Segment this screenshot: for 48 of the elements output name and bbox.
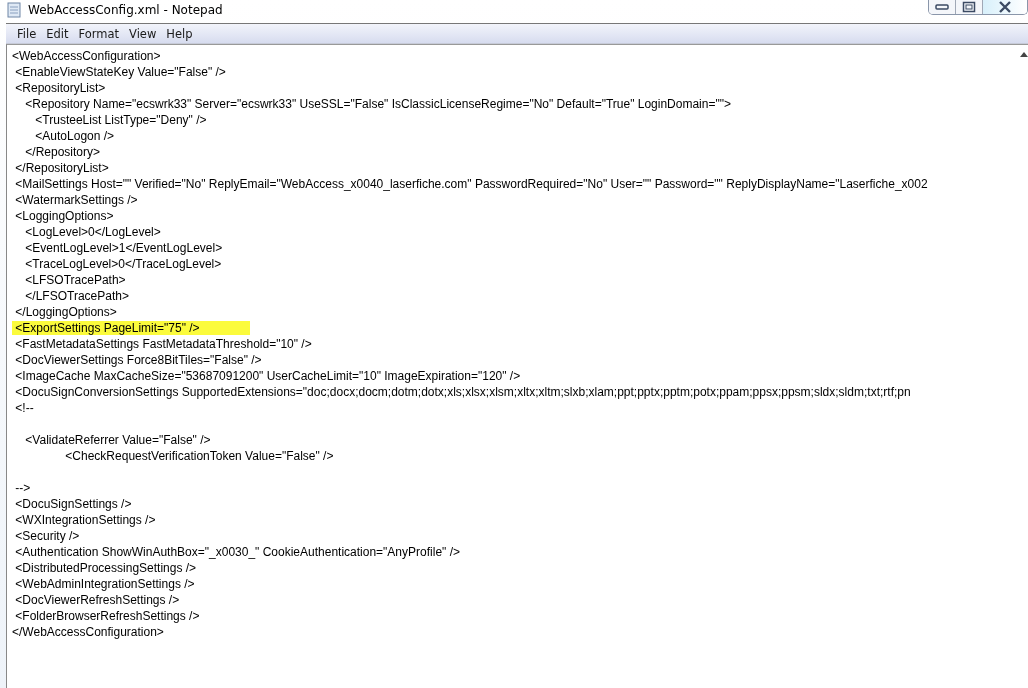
code-line: <TraceLogLevel>0</TraceLogLevel> <box>24 257 222 271</box>
close-button[interactable] <box>983 0 1027 14</box>
code-line: </LFSOTracePath> <box>24 289 129 303</box>
code-line: </Repository> <box>24 145 101 159</box>
code-line: </LoggingOptions> <box>14 305 117 319</box>
minimize-button[interactable] <box>929 0 956 14</box>
minimize-icon <box>935 3 949 11</box>
code-line: <Authentication ShowWinAuthBox="_x0030_" CookieAuthentication="AnyProfile" /> <box>14 545 460 559</box>
restore-button[interactable] <box>956 0 983 14</box>
code-line: <LFSOTracePath> <box>24 273 126 287</box>
code-line: <CheckRequestVerificationToken Value="False" /> <box>64 449 334 463</box>
code-line: <WXIntegrationSettings /> <box>14 513 156 527</box>
scroll-up-icon[interactable] <box>1020 51 1028 57</box>
code-line: <DocViewerSettings Force8BitTiles="False" /> <box>14 353 262 367</box>
code-line: <Repository Name="ecswrk33" Server="ecswrk33" UseSSL="False" IsClassicLicenseRegime="No" Default="True" LoginDomain=""> <box>24 97 731 111</box>
code-line: <ValidateReferrer Value="False" /> <box>24 433 211 447</box>
code-line: --> <box>14 481 31 495</box>
menu-item[interactable]: Format <box>73 26 125 41</box>
menu-item[interactable]: Edit <box>41 26 74 41</box>
code-line: <TrusteeList ListType="Deny" /> <box>34 113 207 127</box>
code-line: <DistributedProcessingSettings /> <box>14 561 197 575</box>
notepad-icon <box>6 2 22 18</box>
code-line: <Security /> <box>14 529 80 543</box>
window-title: WebAccessConfig.xml - Notepad <box>28 3 223 17</box>
code-line: <DocuSignSettings /> <box>14 497 132 511</box>
code-line: <ImageCache MaxCacheSize="53687091200" UserCacheLimit="10" ImageExpiration="120" /> <box>14 369 521 383</box>
restore-icon <box>962 1 976 13</box>
close-icon <box>998 1 1012 13</box>
code-line: <EnableViewStateKey Value="False" /> <box>14 65 226 79</box>
code-line: <RepositoryList> <box>14 81 106 95</box>
code-line: </WebAccessConfiguration> <box>12 625 164 639</box>
code-line: <!-- <box>14 401 34 415</box>
code-line: <WebAccessConfiguration> <box>12 49 161 63</box>
code-line: <LoggingOptions> <box>14 209 114 223</box>
code-line: </RepositoryList> <box>14 161 109 175</box>
code-line: <AutoLogon /> <box>34 129 115 143</box>
code-line: <FastMetadataSettings FastMetadataThreshold="10" /> <box>14 337 312 351</box>
code-line: <LogLevel>0</LogLevel> <box>24 225 161 239</box>
code-line: <WebAdminIntegrationSettings /> <box>14 577 195 591</box>
code-line: <EventLogLevel>1</EventLogLevel> <box>24 241 223 255</box>
code-line: <FolderBrowserRefreshSettings /> <box>14 609 200 623</box>
menu-item[interactable]: View <box>124 26 162 41</box>
code-line: <WatermarkSettings /> <box>14 193 138 207</box>
code-line: <DocViewerRefreshSettings /> <box>14 593 180 607</box>
menu-item[interactable]: File <box>12 26 42 41</box>
menu-item[interactable]: Help <box>161 26 198 41</box>
code-line: <MailSettings Host="" Verified="No" ReplyEmail="WebAccess_x0040_laserfiche.com" PasswordRequired="No" User="" Password="" ReplyDisplayName="Laserfiche_x002 <box>14 177 928 191</box>
code-line: <DocuSignConversionSettings SupportedExtensions="doc;docx;docm;dotm;dotx;xls;xlsx;xlsm;xltx;xltm;slxb;xlam;ppt;pptx;pptm;potx;ppam;ppsx;ppsm;sldx;sldm;txt;rtf;pn <box>14 385 911 399</box>
